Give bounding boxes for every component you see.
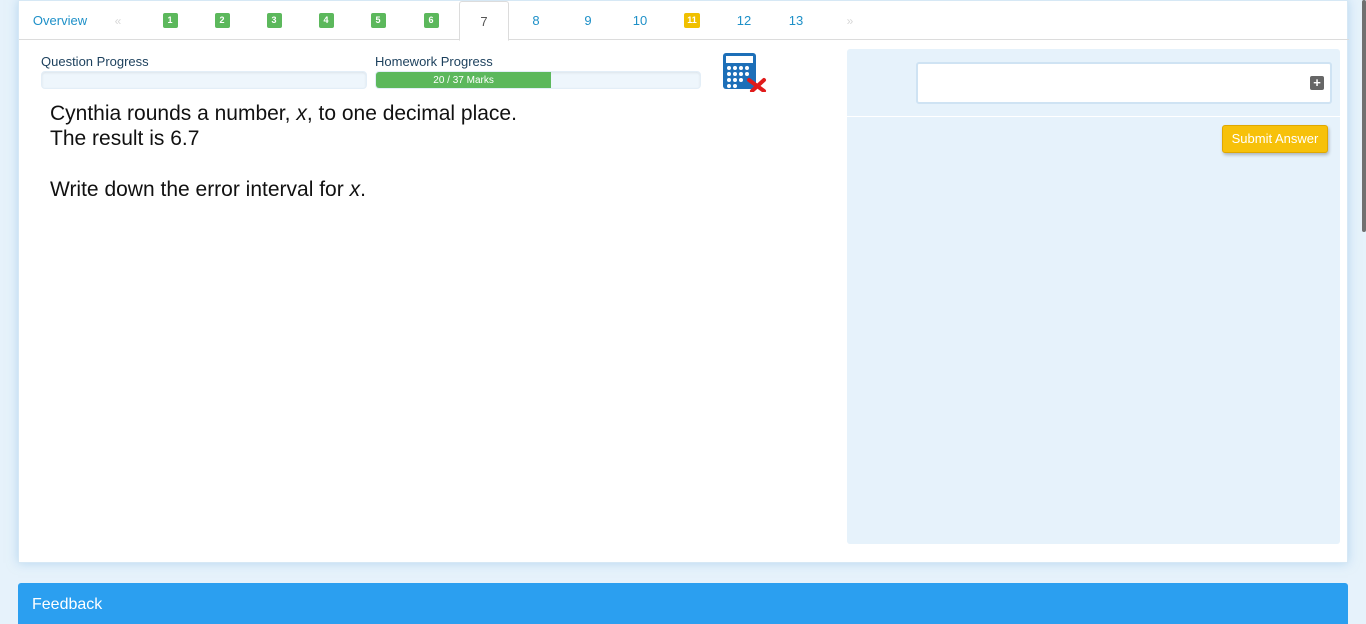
question-tabs: Overview « 1 2 3 4 5 6 7 8 9 10 11 12 13…: [19, 1, 1349, 41]
question-text-part: Cynthia rounds a number,: [50, 102, 297, 125]
tab-label: 9: [584, 13, 592, 28]
homework-progress-text: 20 / 37 Marks: [433, 74, 494, 86]
tab-question-1[interactable]: 1: [149, 1, 191, 40]
tab-label: 12: [736, 13, 752, 28]
question-text-part: Write down the error interval for: [50, 178, 350, 201]
tab-question-12[interactable]: 12: [724, 1, 764, 40]
tab-overview-label: Overview: [32, 13, 88, 28]
page-scrollbar[interactable]: [1362, 0, 1366, 232]
tab-badge: 5: [370, 13, 386, 28]
question-line-1: Cynthia rounds a number, x, to one decim…: [50, 101, 517, 126]
answer-input[interactable]: +: [916, 62, 1332, 104]
plus-square-icon[interactable]: +: [1310, 76, 1324, 90]
tab-badge: 4: [318, 13, 334, 28]
prev-arrow-label: «: [114, 13, 122, 28]
tab-question-10[interactable]: 10: [620, 1, 660, 40]
tab-question-11[interactable]: 11: [672, 1, 712, 40]
question-variable: x: [349, 178, 361, 201]
question-progress-bar: [41, 71, 367, 89]
tab-badge: 11: [684, 13, 700, 28]
question-text: Cynthia rounds a number, x, to one decim…: [50, 101, 517, 202]
tab-next-arrow[interactable]: »: [839, 1, 861, 40]
calculator-disabled-icon[interactable]: [722, 52, 768, 93]
question-text-part: .: [360, 178, 366, 201]
tab-badge: 2: [214, 13, 230, 28]
tab-label: 10: [632, 13, 648, 28]
tab-question-8[interactable]: 8: [516, 1, 556, 40]
tab-badge: 6: [423, 13, 439, 28]
tab-question-7[interactable]: 7: [459, 1, 509, 41]
next-arrow-label: »: [846, 13, 854, 28]
submit-answer-button[interactable]: Submit Answer: [1222, 125, 1328, 153]
tab-question-2[interactable]: 2: [201, 1, 243, 40]
tab-label: 8: [532, 13, 540, 28]
tab-question-5[interactable]: 5: [357, 1, 399, 40]
homework-progress-fill: 20 / 37 Marks: [376, 72, 552, 88]
answer-panel: + Submit Answer: [847, 49, 1340, 544]
answer-panel-top: +: [847, 49, 1340, 117]
homework-progress-label: Homework Progress: [375, 54, 493, 69]
tab-label: 13: [788, 13, 804, 28]
tab-label: 7: [480, 13, 488, 29]
tab-prev-arrow[interactable]: «: [107, 1, 129, 40]
question-line-3: Write down the error interval for x.: [50, 177, 517, 202]
tab-question-6[interactable]: 6: [410, 1, 452, 40]
homework-progress-bar: 20 / 37 Marks: [375, 71, 701, 89]
tab-overview[interactable]: Overview: [19, 1, 101, 40]
question-progress-label: Question Progress: [41, 54, 149, 69]
tab-question-3[interactable]: 3: [253, 1, 295, 40]
feedback-title: Feedback: [32, 596, 103, 613]
question-line-2: The result is 6.7: [50, 127, 200, 150]
question-text-part: , to one decimal place.: [306, 102, 517, 125]
main-card: Overview « 1 2 3 4 5 6 7 8 9 10 11 12 13…: [18, 0, 1349, 563]
tab-question-13[interactable]: 13: [776, 1, 816, 40]
question-variable: x: [296, 102, 307, 125]
tab-badge: 1: [162, 13, 178, 28]
feedback-bar[interactable]: Feedback: [18, 583, 1348, 624]
tab-question-9[interactable]: 9: [568, 1, 608, 40]
tab-badge: 3: [266, 13, 282, 28]
tab-question-4[interactable]: 4: [305, 1, 347, 40]
